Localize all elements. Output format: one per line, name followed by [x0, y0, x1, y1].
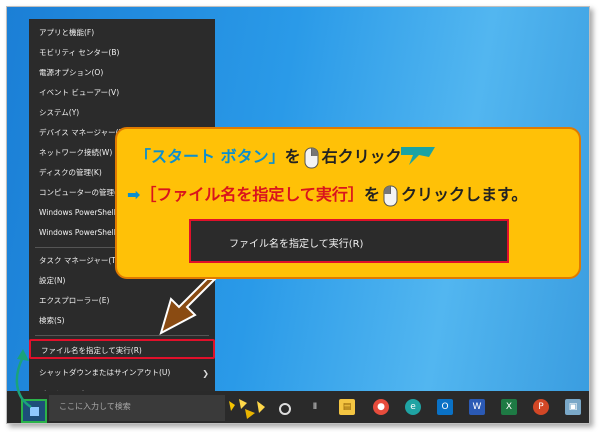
outlook-icon[interactable]: O: [437, 399, 453, 415]
right-click-text: 右クリック: [321, 147, 402, 166]
menu-item-event-viewer[interactable]: イベント ビューアー(V): [29, 83, 215, 103]
particle-wo: を: [363, 185, 380, 204]
start-button-text: 「スタート ボタン」: [135, 147, 285, 166]
run-item-text: ［ファイル名を指定して実行］: [140, 185, 364, 204]
excel-icon[interactable]: X: [501, 399, 517, 415]
powerpoint-icon[interactable]: P: [533, 399, 549, 415]
file-explorer-icon[interactable]: ▤: [339, 399, 355, 415]
menu-item-system[interactable]: システム(Y): [29, 103, 215, 123]
menu-item-shutdown-signout[interactable]: シャットダウンまたはサインアウト(U): [29, 363, 215, 383]
task-view-icon[interactable]: Ⅱ: [307, 399, 323, 415]
arrow-right-icon: ➡: [127, 185, 141, 204]
click-instruction-text: クリックします。: [400, 185, 528, 204]
taskbar-search-box[interactable]: ここに入力して検索: [49, 395, 225, 421]
curved-arrow-icon: [15, 349, 32, 409]
search-highlights-icon: [229, 399, 265, 419]
run-item-zoom-label: ファイル名を指定して実行(R): [229, 239, 364, 250]
menu-item-run[interactable]: ファイル名を指定して実行(R): [29, 339, 215, 359]
callout-line-1: 「スタート ボタン」を 右クリック: [135, 143, 402, 169]
word-icon[interactable]: W: [469, 399, 485, 415]
instruction-callout: 「スタート ボタン」を 右クリック ➡［ファイル名を指定して実行］を クリックします…: [115, 127, 581, 279]
teal-arrow-icon: [401, 147, 435, 165]
callout-line-2: ➡［ファイル名を指定して実行］を クリックします。: [127, 181, 527, 207]
particle-wo: を: [284, 147, 301, 166]
edge-icon[interactable]: e: [405, 399, 421, 415]
mouse-left-click-icon: [383, 185, 398, 206]
pointer-arrow-icon: [159, 278, 218, 335]
run-item-zoom: ファイル名を指定して実行(R): [189, 219, 509, 263]
chevron-right-icon: ❯: [202, 369, 209, 378]
app-icon[interactable]: ▣: [565, 399, 581, 415]
menu-item-mobility-center[interactable]: モビリティ センター(B): [29, 43, 215, 63]
mouse-right-click-icon: [304, 147, 319, 168]
chrome-icon[interactable]: ●: [373, 399, 389, 415]
screenshot-frame: アプリと機能(F) モビリティ センター(B) 電源オプション(O) イベント …: [6, 6, 590, 424]
search-placeholder: ここに入力して検索: [59, 402, 131, 411]
menu-item-apps-features[interactable]: アプリと機能(F): [29, 23, 215, 43]
task-view-circle-icon[interactable]: [279, 403, 291, 415]
menu-item-power-options[interactable]: 電源オプション(O): [29, 63, 215, 83]
